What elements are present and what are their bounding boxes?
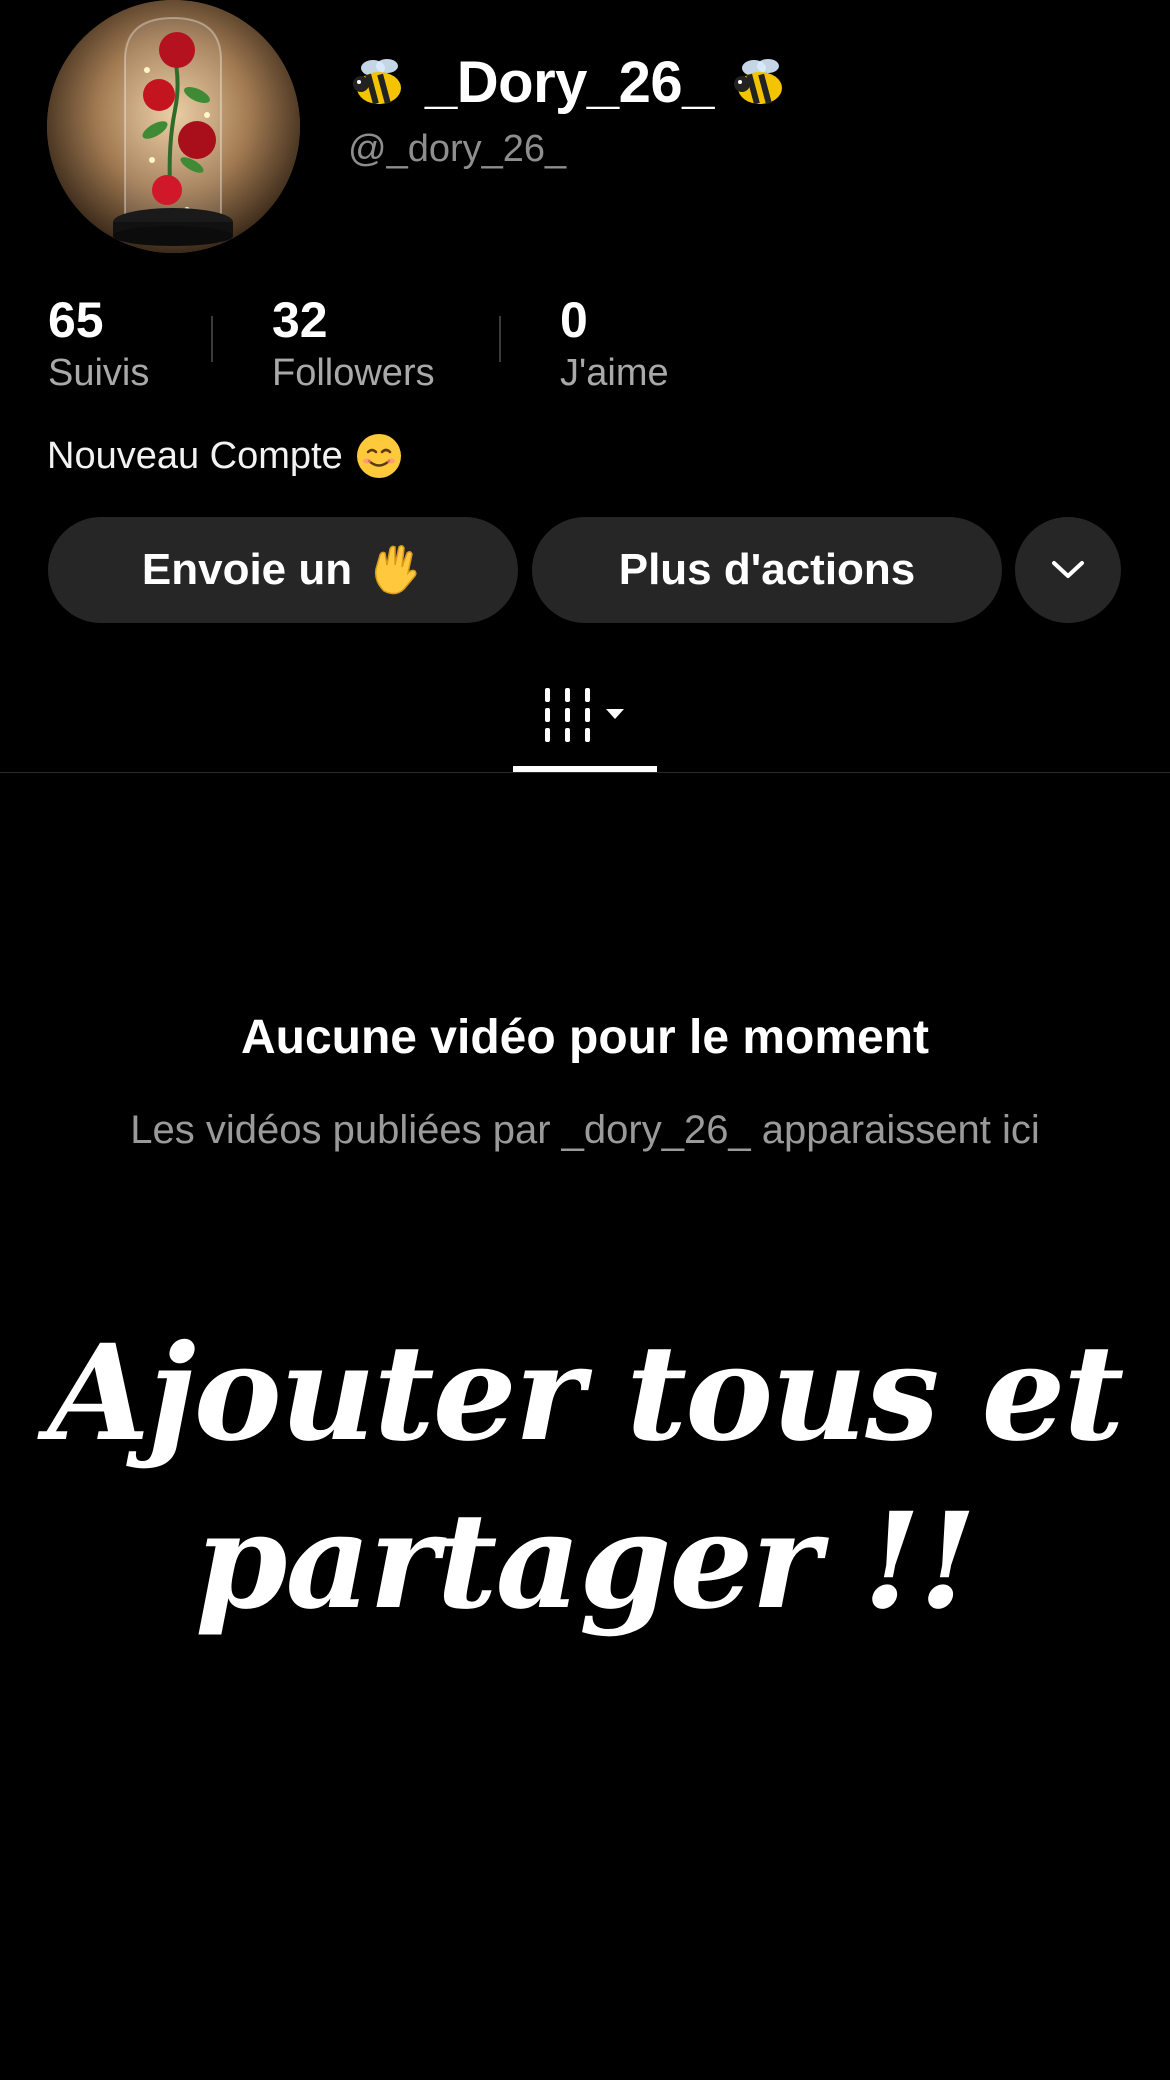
overlay-caption-line1: Ajouter tous et [47, 1316, 1125, 1471]
stat-following[interactable]: 65 Suivis [48, 290, 149, 396]
bio-text: Nouveau Compte [47, 434, 343, 477]
wave-button-label: Envoie un [141, 545, 353, 594]
empty-state-title: Aucune vidéo pour le moment [240, 1011, 930, 1064]
following-count: 65 [48, 292, 104, 348]
caret-down-icon [606, 709, 624, 719]
display-name-row: _Dory_26_ [347, 42, 792, 122]
likes-count: 0 [560, 292, 588, 348]
display-name: _Dory_26_ [425, 49, 714, 115]
followers-label: Followers [272, 352, 435, 394]
more-actions-button[interactable]: Plus d'actions [532, 517, 1002, 623]
overlay-caption: Ajouter tous et partager !! [0, 1310, 1170, 1646]
tab-bar-divider [0, 772, 1170, 773]
tab-videos[interactable] [540, 684, 640, 744]
wave-button[interactable]: Envoie un [48, 517, 518, 623]
profile-avatar[interactable] [47, 0, 300, 253]
bee-icon [353, 59, 401, 105]
following-label: Suivis [48, 352, 150, 394]
chevron-down-icon [1052, 561, 1084, 578]
likes-label: J'aime [560, 352, 669, 394]
video-grid-icon [545, 688, 624, 742]
stat-divider [211, 316, 213, 362]
empty-state-subtitle: Les vidéos publiées par _dory_26_ appara… [130, 1108, 1040, 1152]
smiling-face-icon [356, 434, 401, 478]
followers-count: 32 [272, 292, 328, 348]
more-actions-label: Plus d'actions [618, 545, 916, 594]
stat-divider [499, 316, 501, 362]
overlay-caption-line2: partager !! [195, 1484, 977, 1639]
stat-followers[interactable]: 32 Followers [272, 290, 435, 396]
dropdown-button[interactable] [1015, 517, 1121, 623]
username-handle: @_dory_26_ [348, 128, 567, 170]
profile-bio: Nouveau Compte [47, 432, 403, 480]
stat-likes[interactable]: 0 J'aime [560, 290, 669, 396]
rose-in-glass-dome-image [47, 0, 300, 253]
bee-icon [733, 59, 782, 105]
waving-hand-icon [375, 544, 417, 595]
